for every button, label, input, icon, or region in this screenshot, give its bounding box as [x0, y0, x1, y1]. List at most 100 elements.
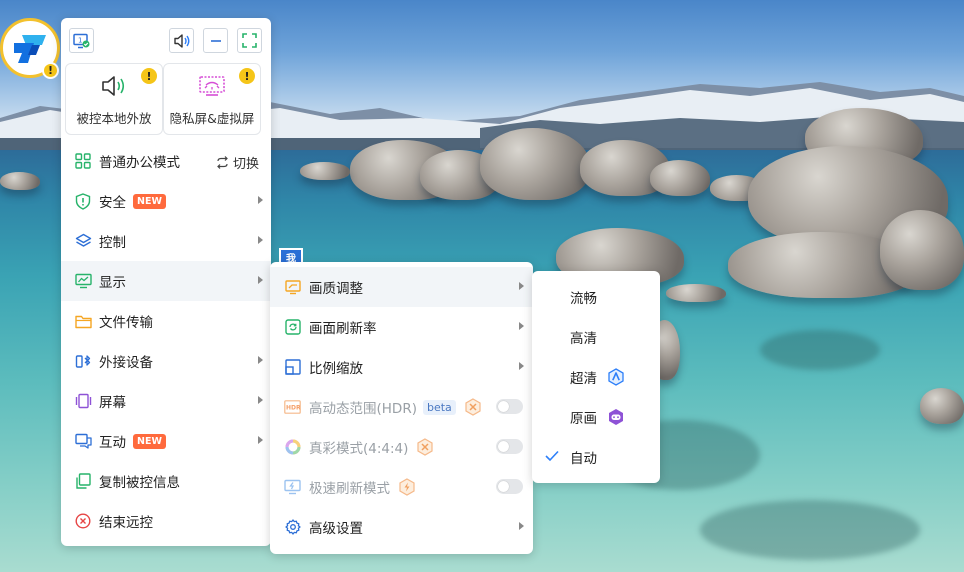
boulder: [666, 284, 726, 302]
color-wheel-icon: [284, 439, 301, 456]
card-label: 被控本地外放: [76, 111, 152, 126]
speaker-icon: [173, 33, 189, 48]
boulder: [480, 128, 590, 200]
quality-option-label: 流畅: [570, 291, 597, 307]
menu-item-label: 普通办公模式: [99, 155, 180, 171]
underwater-rock: [700, 500, 920, 560]
menu-item-label: 复制被控信息: [99, 475, 180, 491]
menu-item-label: 安全: [99, 195, 126, 211]
card-warning-badge: !: [239, 68, 255, 84]
menu-item-display[interactable]: 显示: [61, 261, 271, 301]
quality-option-smooth[interactable]: 流畅: [532, 277, 660, 317]
submenu-item-label: 高级设置: [309, 521, 363, 537]
new-badge: NEW: [133, 433, 166, 449]
menu-item-label: 结束远控: [99, 515, 153, 531]
vip-a-icon: [607, 368, 625, 386]
submenu-item-advanced-settings[interactable]: 高级设置: [270, 507, 533, 547]
underwater-rock: [760, 330, 880, 370]
true-color-toggle[interactable]: [496, 439, 523, 454]
display-submenu: 画质调整 画面刷新率 比例缩放 HDR 高动态范围(HDR) beta 真彩模式…: [270, 262, 533, 554]
menu-item-interaction[interactable]: 互动 NEW: [61, 421, 271, 461]
submenu-arrow-icon: [519, 522, 524, 530]
vip-hex-icon: [416, 438, 434, 456]
submenu-item-refresh-rate[interactable]: 画面刷新率: [270, 307, 533, 347]
close-circle-icon: [74, 512, 92, 530]
privacy-screen-icon: [197, 74, 227, 102]
quality-option-original[interactable]: 原画: [532, 397, 660, 437]
submenu-item-label: 比例缩放: [309, 361, 363, 377]
gear-icon: [284, 519, 301, 536]
submenu-item-picture-quality[interactable]: 画质调整: [270, 267, 533, 307]
quality-option-auto[interactable]: 自动: [532, 437, 660, 477]
vip-game-icon: [607, 408, 625, 426]
submenu-item-fast-refresh[interactable]: 极速刷新模式: [270, 467, 533, 507]
vip-hex-icon: [464, 398, 482, 416]
picture-quality-icon: [284, 279, 301, 296]
logo-warning-badge: !: [42, 62, 59, 79]
submenu-item-label: 高动态范围(HDR): [309, 401, 417, 417]
submenu-arrow-icon: [519, 362, 524, 370]
menu-item-label: 外接设备: [99, 355, 153, 371]
card-privacy-screen[interactable]: ! 隐私屏&虚拟屏: [163, 63, 261, 135]
menu-item-security[interactable]: 安全 NEW: [61, 181, 271, 221]
submenu-item-hdr[interactable]: HDR 高动态范围(HDR) beta: [270, 387, 533, 427]
quality-option-label: 原画: [570, 411, 597, 427]
card-local-audio[interactable]: ! 被控本地外放: [65, 63, 163, 135]
submenu-item-scaling[interactable]: 比例缩放: [270, 347, 533, 387]
monitor-check-icon: 1: [73, 33, 90, 48]
new-badge: NEW: [133, 193, 166, 209]
main-menu: 普通办公模式 切换 安全 NEW 控制 显示 文件传输 外接设备 屏幕 互动 N…: [61, 141, 271, 541]
quality-option-hd[interactable]: 高清: [532, 317, 660, 357]
scale-icon: [284, 359, 301, 376]
lightning-hex-icon: [398, 478, 416, 496]
boulder: [300, 162, 350, 180]
menu-item-control[interactable]: 控制: [61, 221, 271, 261]
svg-text:1: 1: [78, 36, 82, 44]
minimize-button[interactable]: [203, 28, 228, 53]
hdr-icon: HDR: [284, 399, 301, 416]
submenu-item-label: 极速刷新模式: [309, 481, 390, 497]
speaker-wave-icon: [100, 74, 128, 102]
fullscreen-button[interactable]: [237, 28, 262, 53]
boulder: [880, 210, 964, 290]
quality-option-ultra-hd[interactable]: 超清: [532, 357, 660, 397]
swap-icon: [217, 156, 228, 169]
menu-item-office-mode[interactable]: 普通办公模式 切换: [61, 141, 271, 181]
svg-text:HDR: HDR: [286, 405, 301, 412]
menu-item-file-transfer[interactable]: 文件传输: [61, 301, 271, 341]
checkmark-icon: [545, 450, 559, 462]
menu-item-copy-info[interactable]: 复制被控信息: [61, 461, 271, 501]
bluetooth-device-icon: [74, 352, 92, 370]
beta-tag: beta: [422, 399, 456, 415]
monitor-status-button[interactable]: 1: [69, 28, 94, 53]
quality-submenu: 流畅 高清 超清 原画 自动: [532, 271, 660, 483]
menu-item-external-devices[interactable]: 外接设备: [61, 341, 271, 381]
refresh-icon: [284, 319, 301, 336]
menu-item-label: 显示: [99, 275, 126, 291]
menu-item-end-session[interactable]: 结束远控: [61, 501, 271, 541]
quality-option-label: 超清: [570, 371, 597, 387]
submenu-arrow-icon: [258, 436, 263, 444]
submenu-item-label: 画面刷新率: [309, 321, 377, 337]
hdr-toggle[interactable]: [496, 399, 523, 414]
monitor-chart-icon: [74, 272, 92, 290]
submenu-arrow-icon: [258, 396, 263, 404]
grid-icon: [74, 152, 92, 170]
minimize-icon: [210, 39, 221, 42]
switch-mode-label: 切换: [232, 157, 259, 172]
submenu-item-label: 真彩模式(4:4:4): [309, 441, 409, 457]
menu-item-label: 互动: [99, 435, 126, 451]
submenu-arrow-icon: [258, 236, 263, 244]
volume-button[interactable]: [169, 28, 194, 53]
submenu-arrow-icon: [258, 196, 263, 204]
submenu-item-true-color[interactable]: 真彩模式(4:4:4): [270, 427, 533, 467]
submenu-arrow-icon: [519, 282, 524, 290]
card-warning-badge: !: [141, 68, 157, 84]
menu-item-screen[interactable]: 屏幕: [61, 381, 271, 421]
switch-mode-button[interactable]: 切换: [216, 153, 259, 172]
quality-option-label: 自动: [570, 451, 597, 467]
fast-refresh-toggle[interactable]: [496, 479, 523, 494]
boulder: [920, 388, 964, 424]
card-label: 隐私屏&虚拟屏: [169, 111, 255, 126]
folder-icon: [74, 312, 92, 330]
